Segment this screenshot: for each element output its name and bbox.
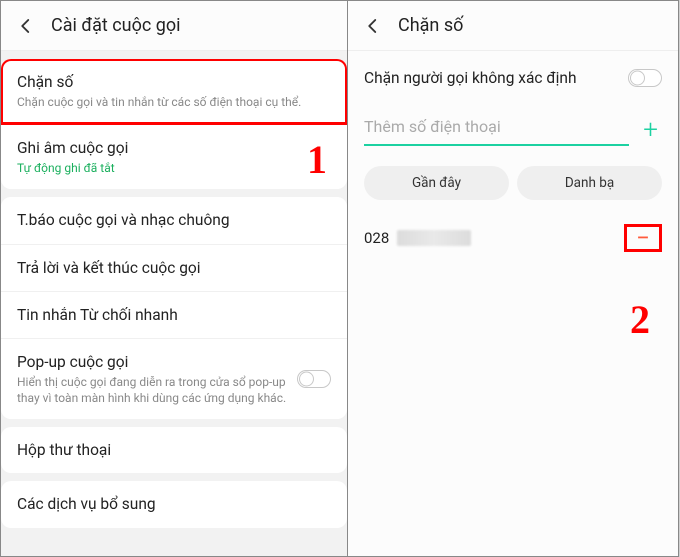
back-icon[interactable]: [364, 17, 382, 35]
block-unknown-label: Chặn người gọi không xác định: [364, 69, 618, 87]
header: Cài đặt cuộc gọi: [1, 1, 347, 51]
block-unknown-row[interactable]: Chặn người gọi không xác định: [362, 51, 664, 105]
popup-toggle[interactable]: [297, 370, 331, 388]
page-title-right: Chặn số: [398, 15, 463, 36]
annotation-1: 1: [307, 136, 327, 183]
group-block-record: Chặn số Chặn cuộc gọi và tin nhắn từ các…: [1, 59, 347, 189]
back-icon[interactable]: [17, 17, 35, 35]
popup-call-item[interactable]: Pop-up cuộc gọi Hiển thị cuộc gọi đang d…: [1, 338, 347, 419]
add-number-input[interactable]: Thêm số điện thoại: [364, 113, 629, 146]
blocked-number-prefix: 028: [364, 229, 389, 247]
minus-icon: −: [636, 226, 650, 250]
popup-title: Pop-up cuộc gọi: [17, 352, 287, 372]
source-buttons: Gần đây Danh bạ: [362, 150, 664, 214]
blocked-number-row: 028 −: [362, 214, 664, 262]
popup-sub: Hiển thị cuộc gọi đang diễn ra trong cửa…: [17, 375, 287, 406]
quick-decline-title: Tin nhắn Từ chối nhanh: [17, 305, 331, 325]
blocked-number-redacted: [397, 230, 471, 246]
block-sub: Chặn cuộc gọi và tin nhắn từ các số điện…: [17, 95, 331, 111]
left-screen: Cài đặt cuộc gọi Chặn số Chặn cuộc gọi v…: [0, 0, 348, 557]
voicemail-item[interactable]: Hộp thư thoại: [1, 427, 347, 473]
record-calls-item[interactable]: Ghi âm cuộc gọi Tự động ghi đã tắt: [1, 124, 347, 190]
add-number-row: Thêm số điện thoại +: [362, 105, 664, 150]
header-right: Chặn số: [348, 1, 678, 51]
group-voicemail: Hộp thư thoại: [1, 427, 347, 473]
contacts-button[interactable]: Danh bạ: [517, 166, 662, 200]
supplementary-title: Các dịch vụ bổ sung: [17, 494, 331, 514]
add-icon[interactable]: +: [639, 115, 662, 145]
block-numbers-item[interactable]: Chặn số Chặn cuộc gọi và tin nhắn từ các…: [1, 59, 347, 124]
page-title: Cài đặt cuộc gọi: [51, 15, 181, 36]
record-title: Ghi âm cuộc gọi: [17, 138, 331, 158]
answer-title: Trả lời và kết thúc cuộc gọi: [17, 258, 331, 278]
quick-decline-item[interactable]: Tin nhắn Từ chối nhanh: [1, 291, 347, 338]
alerts-title: T.báo cuộc gọi và nhạc chuông: [17, 210, 331, 230]
remove-blocked-button[interactable]: −: [624, 224, 662, 252]
annotation-2: 2: [630, 296, 650, 343]
block-unknown-toggle[interactable]: [628, 69, 662, 87]
block-title: Chặn số: [17, 72, 331, 92]
supplementary-item[interactable]: Các dịch vụ bổ sung: [1, 481, 347, 527]
recents-button[interactable]: Gần đây: [364, 166, 509, 200]
answer-end-item[interactable]: Trả lời và kết thúc cuộc gọi: [1, 244, 347, 291]
alerts-ringtones-item[interactable]: T.báo cuộc gọi và nhạc chuông: [1, 197, 347, 243]
group-supplementary: Các dịch vụ bổ sung: [1, 481, 347, 527]
right-content: Chặn người gọi không xác định Thêm số đi…: [348, 51, 678, 262]
right-screen: Chặn số Chặn người gọi không xác định Th…: [348, 0, 679, 557]
record-sub: Tự động ghi đã tắt: [17, 161, 331, 177]
group-call-options: T.báo cuộc gọi và nhạc chuông Trả lời và…: [1, 197, 347, 419]
voicemail-title: Hộp thư thoại: [17, 440, 331, 460]
